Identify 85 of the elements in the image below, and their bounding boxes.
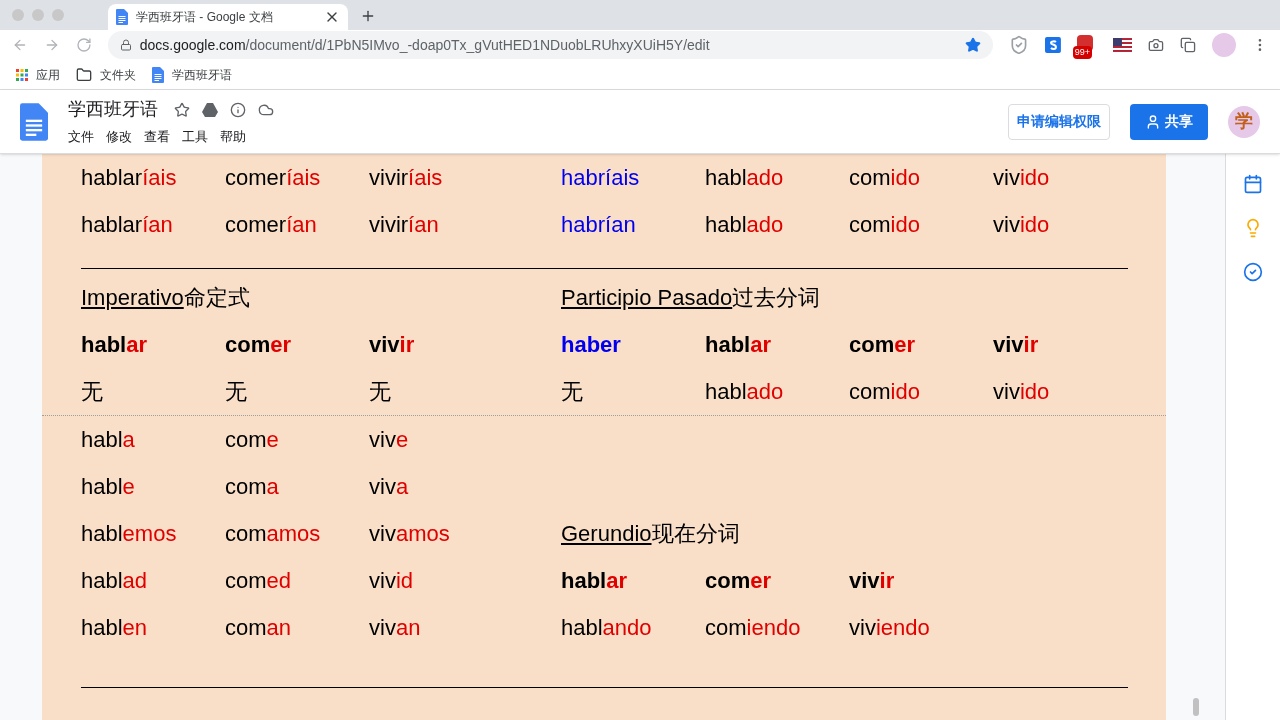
menu-item[interactable]: 查看	[144, 127, 170, 147]
section-heading: Imperativo命定式	[81, 285, 250, 310]
conjugation-word: coma	[225, 474, 279, 499]
share-button[interactable]: 共享	[1130, 103, 1208, 140]
bookmark-item[interactable]: 文件夹	[76, 65, 136, 84]
conjugation-word: comed	[225, 568, 292, 593]
conjugation-word: haber	[561, 332, 621, 357]
document-icon	[20, 102, 48, 141]
conjugation-word: vivid	[369, 568, 413, 593]
conjugation-word: hablar	[81, 332, 148, 357]
conjugation-word: hablado	[705, 379, 784, 404]
conjugation-word: comido	[849, 212, 920, 237]
conjugation-word: hablado	[705, 212, 784, 237]
scrollbar-thumb[interactable]	[1192, 698, 1199, 716]
document-title[interactable]: 学西班牙语	[68, 96, 158, 124]
document-icon	[152, 66, 164, 83]
conjugation-word: 无	[369, 379, 391, 404]
conjugation-word: 无	[561, 379, 583, 404]
conjugation-word: vivir	[849, 568, 895, 593]
shield-icon[interactable]	[1008, 35, 1029, 55]
menu-item[interactable]: 修改	[106, 127, 132, 147]
camera-icon[interactable]	[1148, 37, 1165, 53]
conjugation-word: coman	[225, 615, 292, 640]
conjugation-word: viviendo	[849, 615, 930, 640]
conjugation-word: hablen	[81, 615, 148, 640]
conjugation-word: vivamos	[369, 521, 450, 546]
star-icon[interactable]	[174, 101, 190, 118]
request-edit-button[interactable]: 申请编辑权限	[1008, 103, 1110, 140]
menu-item[interactable]: 帮助	[220, 127, 246, 147]
check-circle-icon[interactable]	[1243, 262, 1263, 282]
folder-icon	[76, 66, 92, 83]
conjugation-word: comiendo	[705, 615, 801, 640]
conjugation-word: vive	[369, 427, 409, 452]
conjugation-word: comerían	[225, 212, 317, 237]
conjugation-word: hablar	[561, 568, 628, 593]
conjugation-word: vivir	[993, 332, 1039, 357]
lock-icon	[119, 39, 132, 51]
apps-grid-icon	[16, 68, 28, 81]
bookmark-item[interactable]: 应用	[16, 65, 60, 84]
drive-icon[interactable]	[202, 101, 218, 118]
menu-item[interactable]: 工具	[182, 127, 208, 147]
browser-tab[interactable]: 学西班牙语 - Google 文档	[108, 4, 348, 30]
conjugation-word: come	[225, 427, 279, 452]
conjugation-word: comer	[849, 332, 916, 357]
calendar-icon[interactable]	[1243, 174, 1263, 194]
conjugation-word: comeríais	[225, 165, 321, 190]
flag-icon[interactable]	[1112, 37, 1133, 53]
conjugation-word: vivan	[369, 615, 421, 640]
conjugation-word: comido	[849, 379, 920, 404]
conjugation-word: habríais	[561, 165, 640, 190]
conjugation-word: hablaríais	[81, 165, 177, 190]
conjugation-word: habla	[81, 427, 135, 452]
conjugation-word: viva	[369, 474, 409, 499]
bookmark-item[interactable]: 学西班牙语	[152, 65, 232, 84]
new-tab-icon[interactable]	[360, 8, 376, 24]
conjugation-word: 无	[225, 379, 247, 404]
conjugation-word: 无	[81, 379, 103, 404]
section-heading: Gerundio现在分词	[561, 521, 740, 546]
conjugation-word: vivido	[993, 165, 1050, 190]
conjugation-word: hablad	[81, 568, 148, 593]
document-icon	[116, 9, 128, 25]
conjugation-word: viviríais	[369, 165, 443, 190]
bookmark-star-icon[interactable]	[964, 37, 981, 53]
extension-icon[interactable]	[1044, 37, 1061, 53]
conjugation-word: vivido	[993, 379, 1050, 404]
conjugation-word: comer	[225, 332, 292, 357]
conjugation-word: vivirían	[369, 212, 439, 237]
conjugation-word: hablemos	[81, 521, 177, 546]
conjugation-word: hablando	[561, 615, 652, 640]
copy-icon[interactable]	[1180, 37, 1197, 53]
conjugation-word: comer	[705, 568, 772, 593]
conjugation-word: hablado	[705, 165, 784, 190]
conjugation-word: hable	[81, 474, 135, 499]
conjugation-word: habrían	[561, 212, 636, 237]
section-heading: Participio Pasado过去分词	[561, 285, 821, 310]
person-icon	[1145, 113, 1161, 130]
conjugation-word: vivido	[993, 212, 1050, 237]
menu-item[interactable]: 文件	[68, 127, 94, 147]
info-icon[interactable]	[230, 101, 246, 118]
conjugation-word: comido	[849, 165, 920, 190]
conjugation-word: vivir	[369, 332, 415, 357]
conjugation-word: comamos	[225, 521, 321, 546]
conjugation-word: hablar	[705, 332, 772, 357]
conjugation-word: hablarían	[81, 212, 173, 237]
address-bar[interactable]: docs.google.com/document/d/1PbN5IMvo_-doap0Tx_gVutHED1NDuobLRUhxyXUiH5Y/edit	[107, 31, 993, 59]
